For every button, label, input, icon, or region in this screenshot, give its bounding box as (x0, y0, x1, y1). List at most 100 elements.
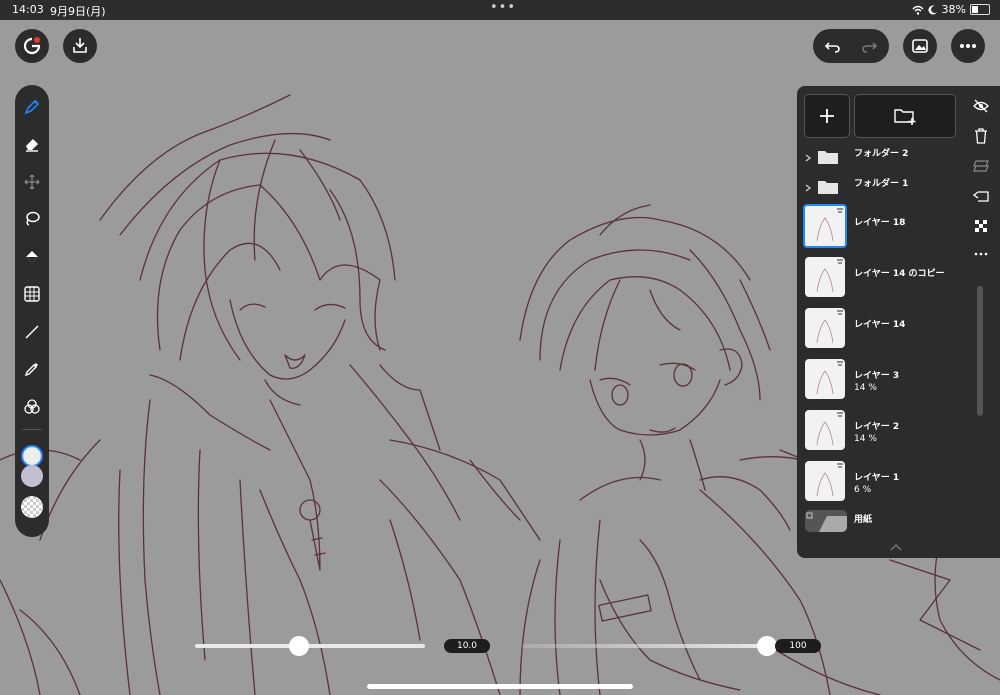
merge-layer-button[interactable] (971, 156, 991, 176)
mask-button[interactable] (971, 216, 991, 236)
chevron-right-icon[interactable] (805, 154, 811, 162)
folder-icon (818, 181, 838, 194)
tool-bar (15, 85, 49, 537)
line-icon (25, 325, 39, 339)
visibility-toggle[interactable] (971, 96, 991, 116)
layer-row[interactable]: レイヤー 3 14 % (805, 359, 965, 407)
merge-icon (973, 160, 989, 172)
layer-opacity: 6 % (854, 485, 872, 495)
app-logo-icon (23, 37, 41, 55)
more-button[interactable] (951, 29, 985, 63)
layer-name: レイヤー 2 (854, 422, 900, 432)
reference-button[interactable] (971, 186, 991, 206)
trash-icon (975, 128, 987, 144)
layer-row[interactable]: レイヤー 2 14 % (805, 410, 965, 458)
layer-row[interactable]: レイヤー 18 (803, 204, 965, 254)
eraser-tool[interactable] (20, 132, 44, 156)
folder-icon (818, 151, 838, 164)
undo-redo-group (813, 29, 889, 63)
transform-tool[interactable] (20, 170, 44, 194)
status-right: 38% (912, 3, 990, 16)
layer-thumbnail[interactable] (805, 461, 845, 501)
home-indicator[interactable] (367, 684, 633, 689)
lasso-tool[interactable] (20, 207, 44, 231)
brush-size-knob[interactable] (288, 636, 309, 656)
delete-layer-button[interactable] (971, 126, 991, 146)
redo-icon (862, 42, 878, 53)
more-icon (974, 252, 988, 256)
layer-name: レイヤー 18 (854, 218, 906, 228)
import-button[interactable] (63, 29, 97, 63)
status-date: 9月9日(月) (50, 5, 106, 18)
add-layer-icon (820, 109, 834, 123)
fill-tool[interactable] (20, 245, 44, 269)
secondary-color-swatch[interactable] (21, 465, 43, 487)
transform-icon (24, 174, 40, 190)
paper-thumbnail[interactable] (805, 510, 847, 532)
color-circle-icon (24, 399, 40, 414)
brush-size-value: 10.0 (444, 639, 490, 653)
folder-row[interactable]: フォルダー 2 (805, 146, 965, 172)
visibility-off-icon (973, 99, 989, 113)
folder-row[interactable]: フォルダー 1 (805, 176, 965, 202)
brush-opacity-slider[interactable] (522, 644, 767, 648)
layer-opacity: 14 % (854, 383, 877, 393)
redo-button[interactable] (857, 34, 881, 58)
layer-thumbnail[interactable] (805, 257, 845, 297)
grid-tool[interactable] (20, 282, 44, 306)
pen-icon (24, 99, 40, 115)
add-layer-button[interactable] (804, 94, 850, 138)
eyedropper-icon (24, 363, 38, 377)
layer-name: レイヤー 14 のコピー (854, 269, 945, 279)
layer-thumbnail[interactable] (805, 359, 845, 399)
add-folder-button[interactable] (854, 94, 956, 138)
layer-scrollbar[interactable] (977, 286, 983, 416)
layer-name: レイヤー 1 (854, 473, 900, 483)
layer-name: レイヤー 14 (854, 320, 906, 330)
wifi-icon (912, 5, 924, 15)
collapse-panel-button[interactable] (889, 536, 903, 551)
layer-thumbnail[interactable] (803, 204, 847, 248)
primary-color-swatch[interactable] (21, 445, 43, 467)
chevron-up-icon (890, 544, 902, 551)
reference-icon (973, 191, 989, 202)
layer-thumbnail[interactable] (805, 410, 845, 450)
add-folder-icon (894, 109, 916, 125)
layer-opacity: 14 % (854, 434, 877, 444)
brush-size-slider[interactable] (195, 644, 425, 648)
battery-icon (970, 4, 990, 15)
chevron-right-icon[interactable] (805, 184, 811, 192)
fill-icon (26, 251, 38, 263)
transparent-color-swatch[interactable] (21, 496, 43, 518)
mask-icon (975, 220, 987, 232)
undo-button[interactable] (821, 34, 845, 58)
color-circle-tool[interactable] (20, 395, 44, 419)
gallery-button[interactable] (903, 29, 937, 63)
layers-panel: フォルダー 2 フォルダー 1 レイヤー 18 レイヤー 14 のコピー レイヤー 14… (797, 86, 1000, 558)
status-time: 14:03 (12, 3, 44, 16)
multitask-dots-icon[interactable]: ••• (490, 0, 516, 15)
grid-icon (24, 286, 40, 302)
moon-icon (928, 5, 937, 15)
layer-row[interactable]: レイヤー 14 のコピー (805, 257, 965, 305)
layer-row[interactable]: レイヤー 14 (805, 308, 965, 356)
layer-row[interactable]: レイヤー 1 6 % (805, 461, 965, 509)
layer-thumbnail[interactable] (805, 308, 845, 348)
folder-name: フォルダー 1 (854, 179, 909, 189)
paper-name: 用紙 (854, 515, 873, 525)
eraser-icon (26, 139, 38, 152)
line-tool[interactable] (20, 320, 44, 344)
gallery-icon (912, 39, 928, 53)
import-icon (73, 38, 87, 53)
eyedropper-tool[interactable] (20, 357, 44, 381)
lasso-icon (26, 211, 40, 226)
app-logo-button[interactable] (15, 29, 49, 63)
brush-opacity-knob[interactable] (757, 636, 777, 656)
paper-row[interactable]: 用紙 (805, 510, 965, 536)
pen-tool[interactable] (20, 95, 44, 119)
layer-name: レイヤー 3 (854, 371, 900, 381)
toolbar-divider (22, 429, 42, 430)
brush-opacity-value: 100 (775, 639, 821, 653)
status-bar: 14:03 9月9日(月) ••• 38% (0, 0, 1000, 20)
layer-more-button[interactable] (971, 244, 991, 264)
